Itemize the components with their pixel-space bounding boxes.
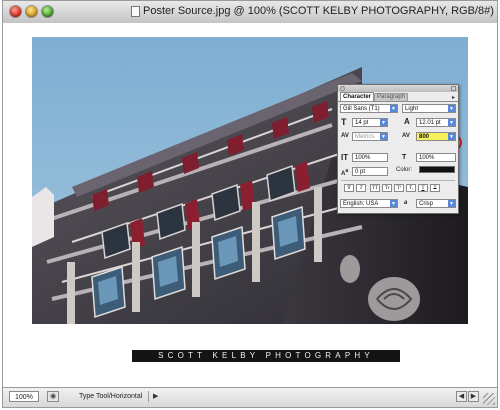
horizontal-scale-value: 100% xyxy=(419,155,435,161)
antialias-icon: a xyxy=(404,200,408,206)
panel-menu-icon[interactable]: ▸ xyxy=(452,94,455,101)
chevron-down-icon: ▼ xyxy=(390,105,397,112)
kerning-field[interactable]: Metrics ▼ xyxy=(352,132,388,141)
panel-collapse-button[interactable] xyxy=(451,86,456,91)
chevron-down-icon: ▼ xyxy=(448,200,455,207)
tracking-value: 800 xyxy=(419,134,430,140)
document-window: Poster Source.jpg @ 100% (SCOTT KELBY PH… xyxy=(2,0,498,408)
faux-bold-button[interactable]: T xyxy=(344,184,354,192)
resize-grip[interactable] xyxy=(483,393,495,405)
window-title: Poster Source.jpg @ 100% (SCOTT KELBY PH… xyxy=(143,5,494,17)
font-size-field[interactable]: 14 pt ▼ xyxy=(352,118,388,127)
vertical-scale-value: 100% xyxy=(355,155,371,161)
zoom-field[interactable]: 100% xyxy=(9,391,39,402)
panel-divider xyxy=(341,180,455,181)
underline-button[interactable]: T xyxy=(418,184,428,192)
title-bar[interactable]: Poster Source.jpg @ 100% (SCOTT KELBY PH… xyxy=(3,1,497,24)
vertical-scale-icon: IT xyxy=(341,153,349,162)
font-family-value: Gill Sans (T1) xyxy=(343,106,380,112)
font-size-icon: T xyxy=(341,117,347,127)
all-caps-button[interactable]: TT xyxy=(370,184,380,192)
chevron-down-icon: ▼ xyxy=(448,119,455,126)
zoom-button[interactable] xyxy=(42,6,53,17)
credit-banner: SCOTT KELBY PHOTOGRAPHY xyxy=(132,350,400,362)
panel-close-button[interactable] xyxy=(340,86,345,91)
strikethrough-button[interactable]: T xyxy=(430,184,440,192)
credit-text: SCOTT KELBY PHOTOGRAPHY xyxy=(158,351,374,360)
close-button[interactable] xyxy=(10,6,21,17)
canvas-area[interactable]: SCOTT KELBY PHOTOGRAPHY Character Paragr… xyxy=(3,23,497,388)
document-icon xyxy=(131,6,140,17)
small-caps-button[interactable]: Tr xyxy=(382,184,392,192)
chevron-down-icon: ▼ xyxy=(448,105,455,112)
font-size-value: 14 pt xyxy=(355,120,369,126)
chevron-down-icon: ▼ xyxy=(448,133,455,140)
tab-paragraph[interactable]: Paragraph xyxy=(374,93,408,101)
scroll-right-button[interactable]: ▶ xyxy=(468,391,479,402)
baseline-shift-value: 0 pt xyxy=(355,169,366,175)
language-value: English: USA xyxy=(343,201,379,207)
scroll-left-button[interactable]: ◀ xyxy=(456,391,467,402)
status-info-text: Type Tool/Horizontal xyxy=(63,391,149,402)
font-family-select[interactable]: Gill Sans (T1) ▼ xyxy=(340,104,398,113)
panel-title-bar[interactable] xyxy=(338,85,458,92)
antialias-value: Crisp xyxy=(419,201,434,207)
status-menu-icon[interactable]: ◉ xyxy=(47,391,59,402)
chevron-down-icon: ▼ xyxy=(390,200,397,207)
leading-icon: A xyxy=(404,117,410,126)
panel-body: Gill Sans (T1) ▼ Light ▼ T 14 pt ▼ A 12.… xyxy=(338,101,458,213)
minimize-button[interactable] xyxy=(26,6,37,17)
triangle-right-icon[interactable]: ▶ xyxy=(153,392,158,400)
superscript-button[interactable]: T¹ xyxy=(394,184,404,192)
chevron-down-icon: ▼ xyxy=(380,133,387,140)
status-bar: 100% ◉ Type Tool/Horizontal ▶ ◀ ▶ xyxy=(3,387,497,407)
tracking-icon: AV xyxy=(402,133,410,139)
vertical-scale-field[interactable]: 100% xyxy=(352,153,388,162)
baseline-shift-field[interactable]: 0 pt xyxy=(352,167,388,176)
font-style-select[interactable]: Light ▼ xyxy=(402,104,456,113)
leading-value: 12.01 pt xyxy=(419,120,441,126)
subscript-button[interactable]: T, xyxy=(406,184,416,192)
horizontal-scale-icon: T xyxy=(402,154,407,161)
language-select[interactable]: English: USA ▼ xyxy=(340,199,398,208)
tab-character[interactable]: Character xyxy=(340,92,374,101)
kerning-icon: AV xyxy=(341,133,349,139)
font-style-value: Light xyxy=(405,106,419,112)
horizontal-scale-field[interactable]: 100% xyxy=(416,153,456,162)
tracking-field[interactable]: 800 ▼ xyxy=(416,132,456,141)
character-panel[interactable]: Character Paragraph ▸ Gill Sans (T1) ▼ L… xyxy=(337,84,459,214)
baseline-shift-icon: Aa xyxy=(341,168,349,177)
faux-italic-button[interactable]: T xyxy=(356,184,366,192)
antialias-select[interactable]: Crisp ▼ xyxy=(416,199,456,208)
chevron-down-icon: ▼ xyxy=(380,119,387,126)
color-label: Color: xyxy=(396,167,413,173)
kerning-value: Metrics xyxy=(355,134,375,140)
leading-field[interactable]: 12.01 pt ▼ xyxy=(416,118,456,127)
text-color-swatch[interactable] xyxy=(419,166,455,173)
